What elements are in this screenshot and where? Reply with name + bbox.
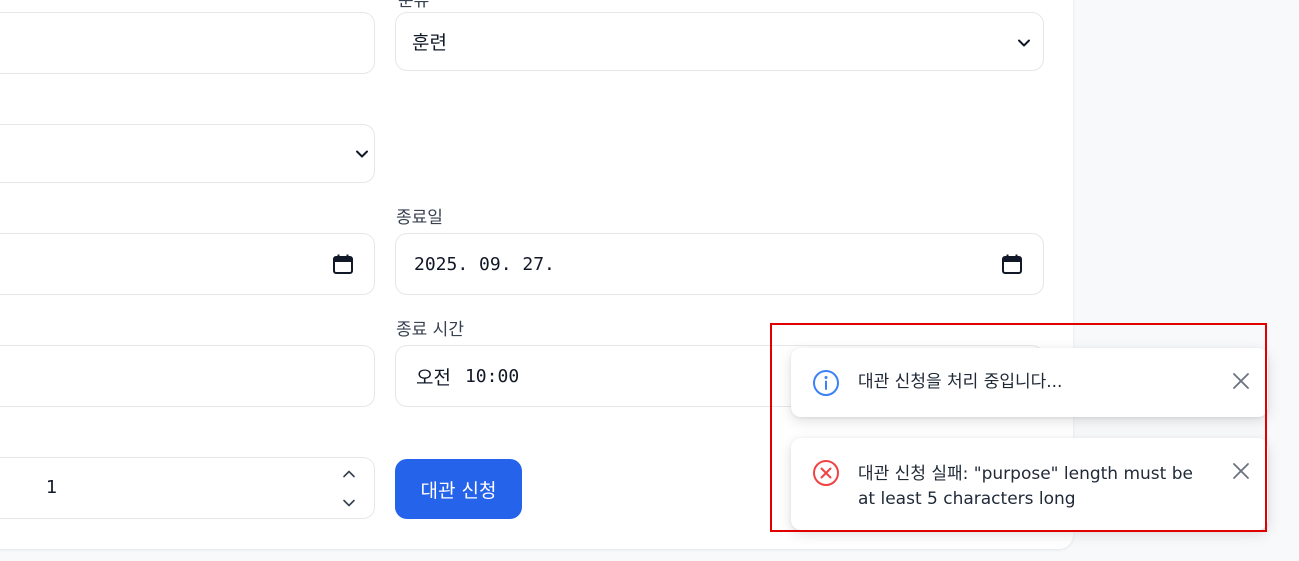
submit-booking-button[interactable]: 대관 신청 bbox=[395, 459, 522, 519]
chevron-down-icon bbox=[1018, 39, 1030, 47]
info-toast-message: 대관 신청을 처리 중입니다... bbox=[858, 372, 1063, 392]
name-input[interactable] bbox=[0, 12, 375, 74]
category-select[interactable]: 훈련 bbox=[395, 12, 1044, 71]
end-time-period: 오전 bbox=[416, 366, 451, 389]
chevron-down-icon[interactable] bbox=[342, 496, 356, 510]
close-icon[interactable] bbox=[1232, 372, 1250, 390]
category-label: 분류 bbox=[398, 0, 430, 11]
error-x-icon bbox=[813, 460, 839, 486]
quantity-value: 1 bbox=[46, 477, 58, 498]
end-time-value: 10:00 bbox=[464, 365, 520, 387]
calendar-icon[interactable] bbox=[1001, 253, 1023, 275]
chevron-down-icon bbox=[356, 150, 368, 158]
end-date-value: 2025. 09. 27. bbox=[414, 253, 555, 275]
category-selected-value: 훈련 bbox=[412, 32, 447, 54]
end-time-label: 종료 시간 bbox=[396, 320, 464, 340]
facility-select[interactable] bbox=[0, 124, 375, 183]
end-date-input[interactable]: 2025. 09. 27. bbox=[395, 233, 1044, 295]
start-time-input[interactable] bbox=[0, 345, 375, 407]
chevron-up-icon[interactable] bbox=[342, 467, 356, 481]
error-toast-line-1: 대관 신청 실패: "purpose" length must be bbox=[858, 464, 1193, 484]
error-toast: 대관 신청 실패: "purpose" length must be at le… bbox=[791, 438, 1268, 530]
quantity-stepper[interactable]: 1 bbox=[0, 457, 375, 519]
calendar-icon[interactable] bbox=[332, 253, 354, 275]
close-icon[interactable] bbox=[1232, 462, 1250, 480]
error-toast-line-2: at least 5 characters long bbox=[858, 489, 1076, 509]
error-toast-message: 대관 신청 실패: "purpose" length must be at le… bbox=[858, 462, 1193, 512]
end-date-label: 종료일 bbox=[396, 208, 443, 228]
start-date-input[interactable] bbox=[0, 233, 375, 295]
info-icon bbox=[813, 370, 839, 396]
info-toast: 대관 신청을 처리 중입니다... bbox=[791, 348, 1268, 417]
